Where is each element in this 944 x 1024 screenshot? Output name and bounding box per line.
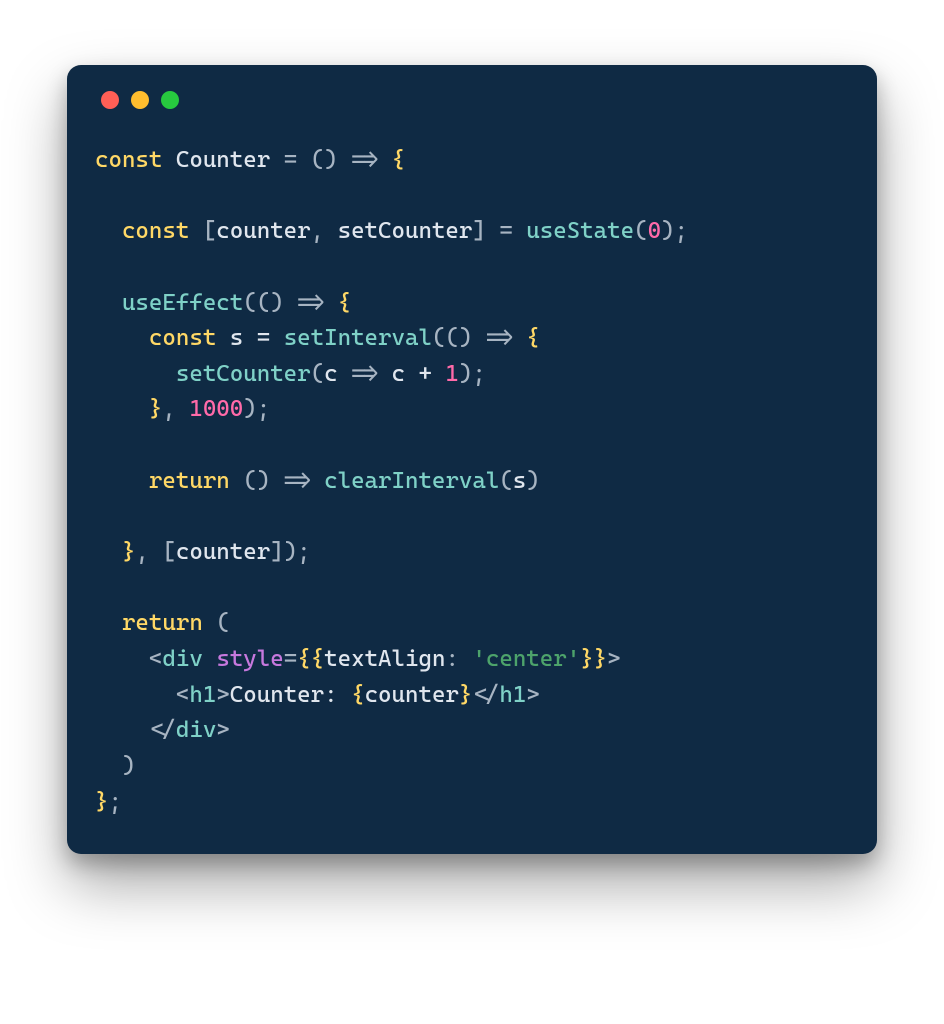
code-window: const Counter = () => { const [counter, … xyxy=(67,65,877,854)
fn-name: Counter xyxy=(176,147,270,173)
call-clearInterval: clearInterval xyxy=(324,468,499,494)
kw-const: const xyxy=(122,218,189,244)
jsx-attr-style: style xyxy=(216,646,283,672)
jsx-tag-h1: h1 xyxy=(189,682,216,708)
traffic-close-icon[interactable] xyxy=(101,91,119,109)
traffic-minimize-icon[interactable] xyxy=(131,91,149,109)
call-setCounter: setCounter xyxy=(176,361,311,387)
kw-const: const xyxy=(149,325,216,351)
kw-return: return xyxy=(149,468,230,494)
jsx-tag-div: div xyxy=(162,646,202,672)
code-block: const Counter = () => { const [counter, … xyxy=(95,143,849,820)
stage: const Counter = () => { const [counter, … xyxy=(0,0,944,1024)
kw-const: const xyxy=(95,147,162,173)
kw-return: return xyxy=(122,610,203,636)
window-traffic-lights xyxy=(101,91,849,109)
call-useState: useState xyxy=(526,218,634,244)
call-useEffect: useEffect xyxy=(122,290,243,316)
call-setInterval: setInterval xyxy=(284,325,432,351)
traffic-zoom-icon[interactable] xyxy=(161,91,179,109)
